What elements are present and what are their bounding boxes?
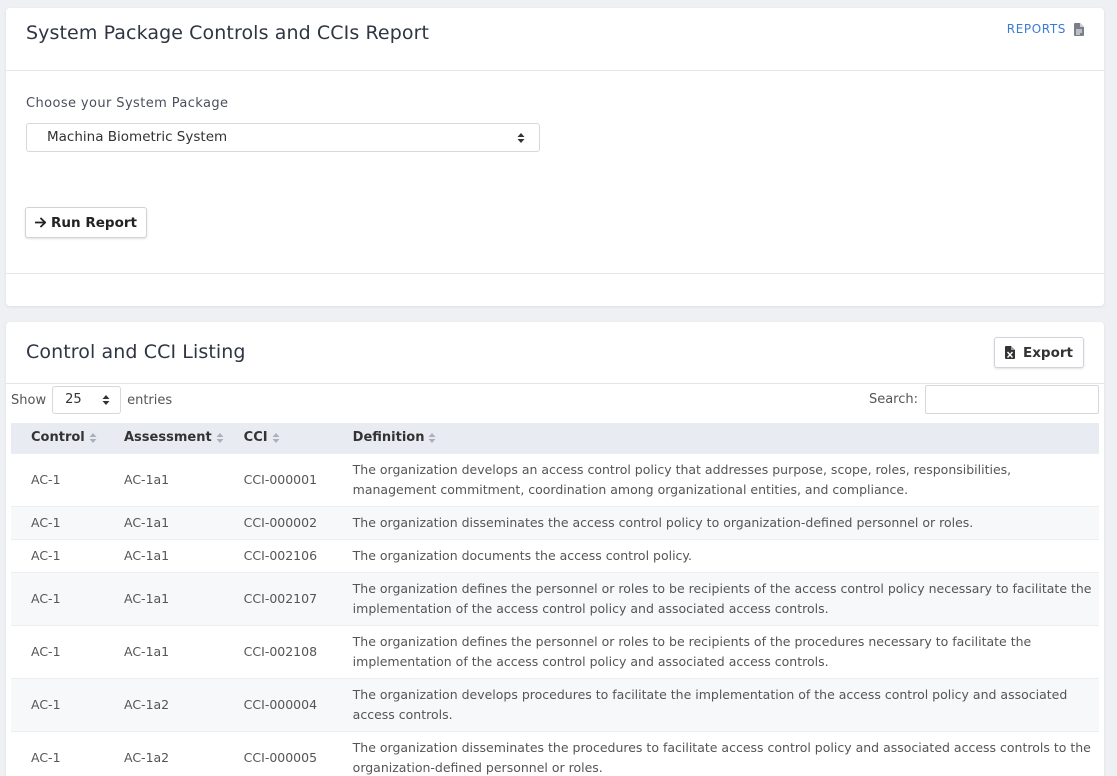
column-header-label: CCI [243,430,268,446]
column-header-label: Control [31,430,85,446]
cell-control: AC-1 [11,677,104,731]
cell-definition: The organization disseminates the access… [332,505,1099,539]
entries-length-control: Show 25 entries [11,386,172,414]
reports-link-label: REPORTS [1006,22,1066,36]
control-cci-table: Control Assessment CCI Definition AC-1 A… [11,423,1099,776]
export-button[interactable]: Export [994,337,1084,368]
column-header-assessment[interactable]: Assessment [104,423,224,453]
column-header-label: Assessment [124,430,212,446]
cell-assessment: AC-1a2 [104,677,224,731]
cell-assessment: AC-1a1 [104,538,224,572]
cell-cci: CCI-002106 [223,538,333,572]
column-header-label: Definition [352,430,425,446]
excel-file-icon [1005,346,1015,359]
sort-icon [428,432,436,443]
page-title: System Package Controls and CCIs Report [26,22,430,44]
run-report-button[interactable]: Run Report [25,207,147,238]
listing-title: Control and CCI Listing [26,341,246,363]
entries-label: entries [127,392,173,408]
entries-select[interactable]: 25 [52,386,122,414]
cell-definition: The organization defines the personnel o… [332,571,1099,625]
table-header-row: Control Assessment CCI Definition [11,423,1099,453]
cell-control: AC-1 [11,538,104,572]
search-input[interactable] [925,385,1099,414]
sort-icon [272,432,280,443]
document-icon [1074,22,1084,36]
table-row: AC-1 AC-1a1 CCI-000002 The organization … [11,505,1099,539]
run-report-label: Run Report [51,214,137,231]
cell-definition: The organization documents the access co… [332,538,1099,572]
cell-cci: CCI-000001 [223,452,333,506]
search-label: Search: [868,392,918,407]
listing-divider [6,383,1104,384]
cell-assessment: AC-1a1 [104,505,224,539]
cell-cci: CCI-002108 [223,624,333,678]
system-package-label: Choose your System Package [26,96,229,111]
sort-icon [89,432,97,443]
system-package-select[interactable]: Machina Biometric System [26,123,540,152]
cell-cci: CCI-000002 [223,505,333,539]
table-row: AC-1 AC-1a1 CCI-002108 The organization … [11,624,1099,678]
cell-control: AC-1 [11,571,104,625]
column-header-control[interactable]: Control [11,423,104,453]
table-row: AC-1 AC-1a2 CCI-000004 The organization … [11,677,1099,731]
arrow-right-icon [35,217,47,228]
footer-divider [6,273,1104,274]
cell-definition: The organization develops procedures to … [332,677,1099,731]
column-header-cci[interactable]: CCI [223,423,333,453]
select-arrows-icon [517,132,525,143]
cell-cci: CCI-000005 [223,730,333,776]
select-arrows-icon [102,395,110,405]
reports-link[interactable]: REPORTS [1007,22,1084,36]
table-row: AC-1 AC-1a1 CCI-002106 The organization … [11,538,1099,572]
system-package-value: Machina Biometric System [47,129,228,145]
listing-card: Control and CCI Listing Export Show 25 e… [6,322,1104,776]
cell-assessment: AC-1a1 [104,624,224,678]
cell-assessment: AC-1a1 [104,571,224,625]
cell-definition: The organization develops an access cont… [332,452,1099,506]
cell-control: AC-1 [11,452,104,506]
header-divider [6,70,1104,71]
table-row: AC-1 AC-1a1 CCI-000001 The organization … [11,452,1099,506]
show-label: Show [11,392,47,408]
cell-control: AC-1 [11,505,104,539]
cell-definition: The organization defines the personnel o… [332,624,1099,678]
cell-control: AC-1 [11,730,104,776]
cell-definition: The organization disseminates the proced… [332,730,1099,776]
table-search: Search: [869,385,1099,414]
cell-assessment: AC-1a2 [104,730,224,776]
table-row: AC-1 AC-1a2 CCI-000005 The organization … [11,730,1099,776]
sort-icon [216,432,224,443]
cell-cci: CCI-000004 [223,677,333,731]
report-card: System Package Controls and CCIs Report … [6,8,1104,306]
cell-cci: CCI-002107 [223,571,333,625]
export-label: Export [1023,344,1073,361]
column-header-definition[interactable]: Definition [332,423,1099,453]
table-row: AC-1 AC-1a1 CCI-002107 The organization … [11,571,1099,625]
cell-assessment: AC-1a1 [104,452,224,506]
cell-control: AC-1 [11,624,104,678]
entries-value: 25 [65,392,82,407]
